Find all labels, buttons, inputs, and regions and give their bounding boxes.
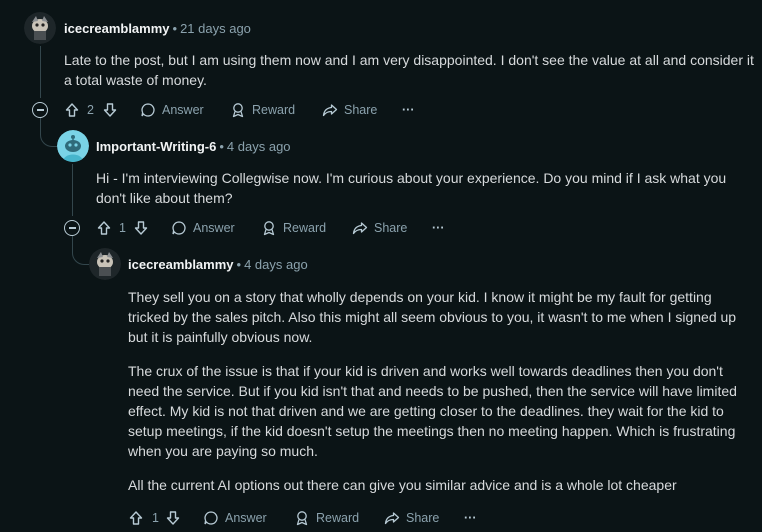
username[interactable]: Important-Writing-6	[96, 139, 216, 154]
upvote-button[interactable]	[64, 98, 80, 122]
vote-count: 1	[152, 511, 159, 525]
share-label: Share	[374, 221, 408, 235]
thread-line	[40, 46, 41, 98]
comment-paragraph: Late to the post, but I am using them no…	[64, 52, 754, 88]
share-button[interactable]: Share	[384, 506, 439, 530]
comment-meta: icecreamblammy • 4 days ago	[128, 257, 308, 272]
collapse-thread-button[interactable]	[32, 102, 48, 118]
award-icon	[232, 103, 244, 118]
downvote-button[interactable]	[133, 216, 149, 240]
comment-paragraph: They sell you on a story that wholly dep…	[128, 289, 737, 345]
avatar[interactable]	[89, 248, 121, 280]
separator: •	[219, 139, 224, 154]
share-icon	[384, 512, 400, 525]
comment-body: Late to the post, but I am using them no…	[64, 50, 754, 90]
downvote-button[interactable]	[102, 98, 118, 122]
reward-label: Reward	[283, 221, 327, 235]
thread-connector	[40, 118, 57, 147]
comment-paragraph: The crux of the issue is that if your ki…	[128, 363, 737, 459]
comment-icon	[204, 511, 218, 525]
vote-count: 2	[87, 103, 94, 117]
vote-count: 1	[119, 221, 126, 235]
downvote-icon	[166, 511, 180, 525]
award-icon	[296, 511, 308, 526]
share-label: Share	[344, 103, 378, 117]
downvote-button[interactable]	[165, 506, 181, 530]
separator: •	[172, 21, 178, 36]
avatar[interactable]	[24, 12, 56, 44]
username[interactable]: icecreamblammy	[64, 21, 170, 36]
answer-label: Answer	[193, 221, 235, 235]
more-options-button[interactable]: ···	[402, 98, 415, 122]
comment-body: Hi - I'm interviewing Collegwise now. I'…	[96, 168, 754, 208]
more-options-button[interactable]: ···	[432, 216, 445, 240]
upvote-icon	[97, 221, 111, 235]
timestamp[interactable]: 4 days ago	[244, 257, 308, 272]
comment-paragraph: All the current AI options out there can…	[128, 477, 677, 493]
reward-button[interactable]: Reward	[230, 98, 295, 122]
avatar[interactable]	[57, 130, 89, 162]
comment-actions: 1 Answer Reward Share ···	[128, 506, 528, 530]
share-icon	[322, 104, 338, 117]
answer-button[interactable]: Answer	[203, 506, 267, 530]
username[interactable]: icecreamblammy	[128, 257, 234, 272]
thread-line	[72, 164, 73, 216]
answer-button[interactable]: Answer	[171, 216, 235, 240]
comment-actions: 1 Answer Reward Share ···	[96, 216, 496, 240]
reward-button[interactable]: Reward	[294, 506, 359, 530]
comment-meta: Important-Writing-6 • 4 days ago	[96, 139, 291, 154]
reward-label: Reward	[252, 103, 296, 117]
downvote-icon	[103, 103, 117, 117]
downvote-icon	[134, 221, 148, 235]
award-icon	[263, 221, 275, 236]
comment-icon	[172, 221, 186, 235]
share-icon	[352, 222, 368, 235]
timestamp[interactable]: 21 days ago	[180, 21, 251, 36]
upvote-icon	[129, 511, 143, 525]
comment-paragraph: Hi - I'm interviewing Collegwise now. I'…	[96, 170, 727, 206]
timestamp[interactable]: 4 days ago	[227, 139, 291, 154]
answer-button[interactable]: Answer	[140, 98, 204, 122]
share-label: Share	[406, 511, 440, 525]
comment-icon	[141, 103, 155, 117]
upvote-button[interactable]	[128, 506, 144, 530]
collapse-thread-button[interactable]	[64, 220, 80, 236]
share-button[interactable]: Share	[352, 216, 407, 240]
upvote-icon	[65, 103, 79, 117]
more-options-button[interactable]: ···	[464, 506, 477, 530]
answer-label: Answer	[225, 511, 267, 525]
share-button[interactable]: Share	[322, 98, 377, 122]
comment-meta: icecreamblammy • 21 days ago	[64, 21, 251, 36]
answer-label: Answer	[162, 103, 204, 117]
comment-actions: 2 Answer Reward Share ···	[64, 98, 464, 122]
separator: •	[236, 257, 242, 272]
upvote-button[interactable]	[96, 216, 112, 240]
thread-connector	[72, 236, 89, 265]
reward-button[interactable]: Reward	[261, 216, 326, 240]
reward-label: Reward	[316, 511, 360, 525]
comment-body: They sell you on a story that wholly dep…	[128, 287, 746, 495]
